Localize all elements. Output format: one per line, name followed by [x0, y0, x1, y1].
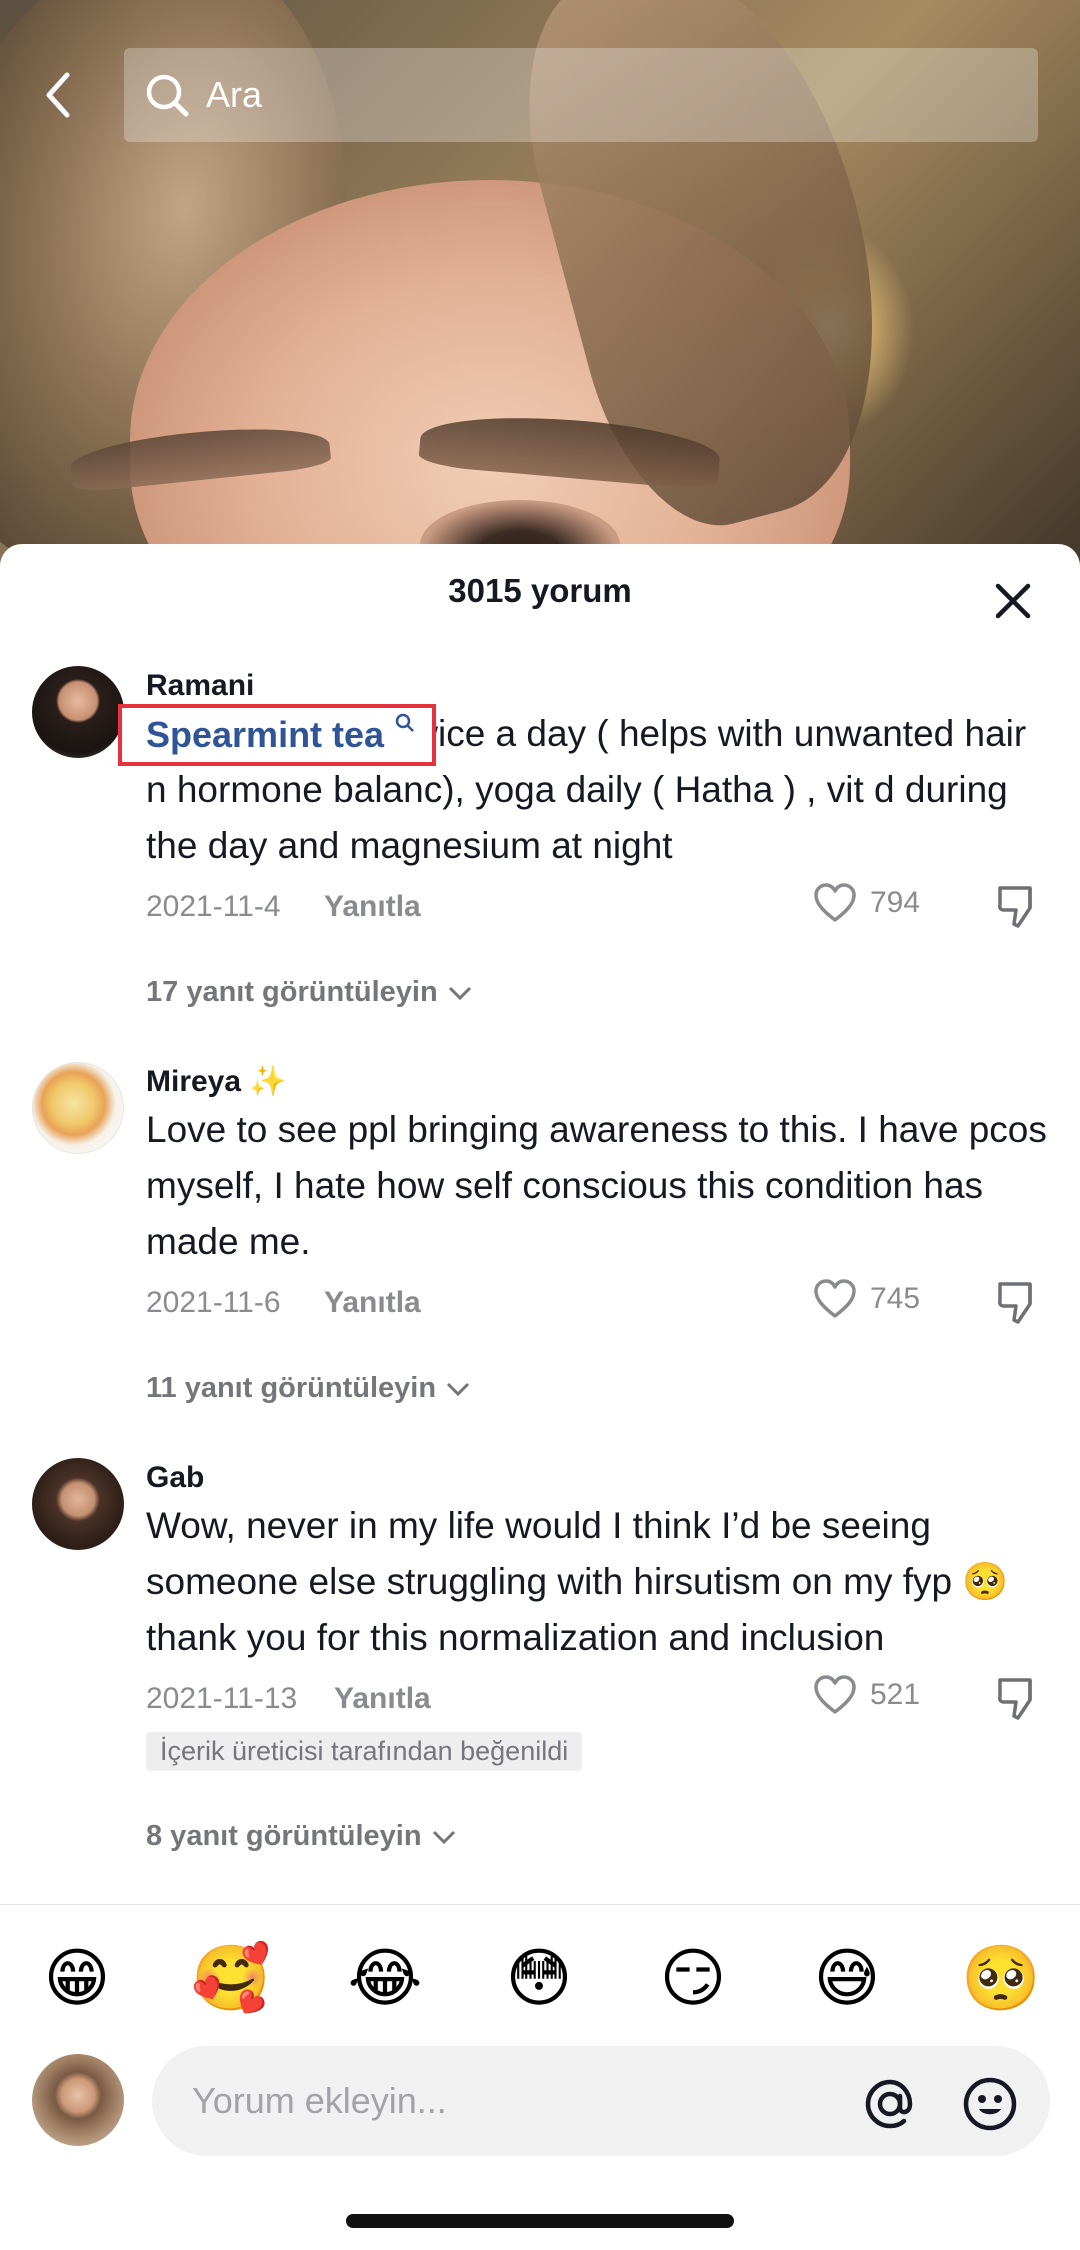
comment-text-body: Wow, never in my life would I think I’d … [146, 1505, 953, 1602]
comment-username[interactable]: Mireya ✨ [146, 1062, 1046, 1102]
search-placeholder: Ara [206, 74, 263, 115]
comment-username-text: Mireya [146, 1065, 242, 1098]
comment-input[interactable]: Yorum ekleyin... [152, 2046, 1050, 2156]
quick-emoji-sweat-smile[interactable]: 😅 [802, 1934, 892, 2024]
search-icon [146, 74, 189, 117]
back-button[interactable] [38, 70, 78, 120]
close-icon [995, 583, 1031, 619]
quick-emoji-pleading[interactable]: 🥺 [956, 1934, 1046, 2024]
quick-emoji-row: 😁 🥰 😂 😳 😏 😅 🥺 [0, 1934, 1080, 2024]
heart-icon [814, 1675, 856, 1714]
dislike-button[interactable] [994, 1278, 1042, 1326]
comment-username[interactable]: Ramani [146, 666, 1046, 706]
comment-text-tail: thank you for this normalization and inc… [146, 1617, 885, 1658]
quick-emoji-grin[interactable]: 😁 [32, 1934, 122, 2024]
comment-input-placeholder: Yorum ekleyin... [192, 2080, 447, 2121]
like-count: 521 [870, 1678, 921, 1711]
home-indicator [346, 2214, 734, 2228]
avatar[interactable] [32, 1062, 124, 1154]
view-replies-label: 17 yanıt görüntüleyin [146, 976, 438, 1008]
comment-date: 2021-11-6 [146, 1286, 281, 1319]
like-button[interactable]: 745 [812, 1278, 920, 1320]
view-replies-button[interactable]: 17 yanıt görüntüleyin [146, 976, 474, 1009]
search-icon [395, 713, 414, 732]
emoji-picker-button[interactable] [960, 2074, 1020, 2134]
pleading-face-emoji: 🥺 [962, 1560, 1009, 1603]
heart-icon [814, 883, 856, 922]
comment-username[interactable]: Gab [146, 1458, 1046, 1498]
mention-button[interactable] [860, 2074, 920, 2134]
comment-text: Wow, never in my life would I think I’d … [146, 1498, 1052, 1666]
current-user-avatar [32, 2054, 124, 2146]
view-replies-label: 8 yanıt görüntüleyin [146, 1820, 422, 1852]
like-button[interactable]: 521 [812, 1674, 920, 1716]
avatar[interactable] [32, 666, 124, 758]
chevron-left-icon [46, 72, 70, 118]
highlight-link-text: Spearmint tea [146, 714, 385, 755]
search-bar[interactable]: Ara [124, 48, 1038, 142]
chevron-down-icon [432, 1830, 455, 1844]
smiley-icon [963, 2077, 1017, 2131]
like-count: 794 [870, 886, 921, 919]
comment-meta: 2021-11-13 Yanıtla 521 [146, 1674, 1046, 1724]
comment-text: Love to see ppl bringing awareness to th… [146, 1109, 1047, 1262]
like-count: 745 [870, 1282, 921, 1315]
quick-emoji-tears-of-joy[interactable]: 😂 [340, 1934, 430, 2024]
thumbs-down-icon [998, 886, 1032, 928]
sparkles-icon: ✨ [249, 1064, 287, 1099]
comment-meta: 2021-11-6 Yanıtla 745 [146, 1278, 1046, 1328]
dislike-button[interactable] [994, 882, 1042, 930]
comment-count-title: 3015 yorum [448, 572, 632, 609]
view-replies-button[interactable]: 11 yanıt görüntüleyin [146, 1372, 472, 1405]
view-replies-button[interactable]: 8 yanıt görüntüleyin [146, 1820, 458, 1853]
at-sign-icon [865, 2079, 913, 2129]
reply-button[interactable]: Yanıtla [324, 1286, 421, 1320]
quick-emoji-smiling-hearts[interactable]: 🥰 [186, 1934, 276, 2024]
comment-date: 2021-11-13 [146, 1682, 298, 1715]
chevron-down-icon [448, 986, 471, 1000]
creator-liked-badge: İçerik üreticisi tarafından beğenildi [146, 1732, 583, 1771]
heart-icon [814, 1279, 856, 1318]
composer-divider [0, 1904, 1080, 1905]
comment-meta: 2021-11-4 Yanıtla 794 [146, 882, 1046, 932]
quick-emoji-flushed[interactable]: 😳 [494, 1934, 584, 2024]
avatar[interactable] [32, 1458, 124, 1550]
view-replies-label: 11 yanıt görüntüleyin [146, 1372, 437, 1404]
close-button[interactable] [990, 578, 1036, 624]
chevron-down-icon [447, 1382, 470, 1396]
dislike-button[interactable] [994, 1674, 1042, 1722]
like-button[interactable]: 794 [812, 882, 920, 924]
reply-button[interactable]: Yanıtla [324, 890, 421, 924]
highlight-box[interactable]: Spearmint tea [118, 704, 436, 766]
comment-date: 2021-11-4 [146, 890, 281, 923]
thumbs-down-icon [998, 1678, 1032, 1720]
reply-button[interactable]: Yanıtla [334, 1682, 431, 1716]
thumbs-down-icon [998, 1282, 1032, 1324]
quick-emoji-smirk[interactable]: 😏 [648, 1934, 738, 2024]
